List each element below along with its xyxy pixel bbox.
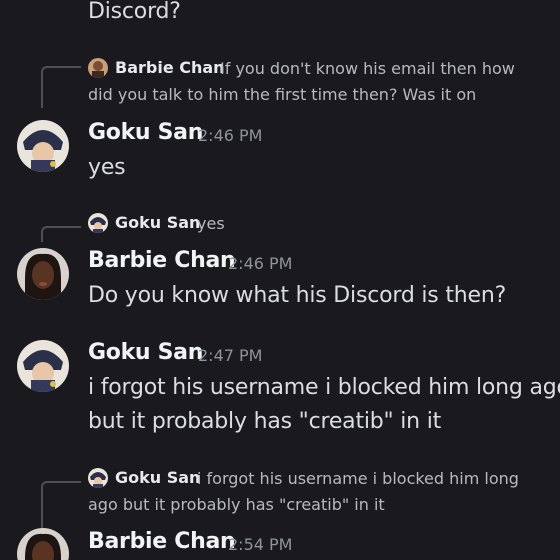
timestamp: 2:54 PM — [228, 535, 293, 554]
reply-text[interactable]: i forgot his username i blocked him long — [197, 466, 519, 491]
reply-connector — [41, 226, 81, 242]
reply-text[interactable]: yes — [197, 211, 225, 236]
message-text: Do you know what his Discord is then? — [88, 283, 507, 308]
author-name[interactable]: Barbie Chan — [88, 529, 236, 554]
message-text: i forgot his username i blocked him long… — [88, 375, 560, 400]
goku-avatar-icon[interactable] — [17, 340, 69, 392]
reply-text[interactable]: ago but it probably has "creatib" in it — [88, 492, 385, 517]
author-name[interactable]: Goku San — [88, 120, 203, 145]
timestamp: 2:46 PM — [198, 126, 263, 145]
reply-author[interactable]: Goku San — [115, 213, 200, 232]
goku-mini-avatar-icon[interactable] — [88, 468, 108, 488]
timestamp: 2:46 PM — [228, 254, 293, 273]
goku-avatar-icon[interactable] — [17, 120, 69, 172]
reply-author[interactable]: Barbie Chan — [115, 58, 225, 77]
message-text: yes — [88, 155, 126, 180]
reply-connector — [41, 66, 81, 108]
message-text: Discord? — [88, 0, 181, 24]
reply-author[interactable]: Goku San — [115, 468, 200, 487]
barbie-avatar-icon[interactable] — [17, 248, 69, 300]
reply-text[interactable]: did you talk to him the first time then?… — [88, 82, 476, 107]
reply-text[interactable]: If you don't know his email then how — [220, 56, 515, 81]
goku-mini-avatar-icon[interactable] — [88, 213, 108, 233]
reply-connector — [41, 481, 81, 533]
message-text: but it probably has "creatib" in it — [88, 409, 442, 434]
author-name[interactable]: Goku San — [88, 340, 203, 365]
author-name[interactable]: Barbie Chan — [88, 248, 236, 273]
timestamp: 2:47 PM — [198, 346, 263, 365]
barbie-mini-avatar-icon[interactable] — [88, 58, 108, 78]
